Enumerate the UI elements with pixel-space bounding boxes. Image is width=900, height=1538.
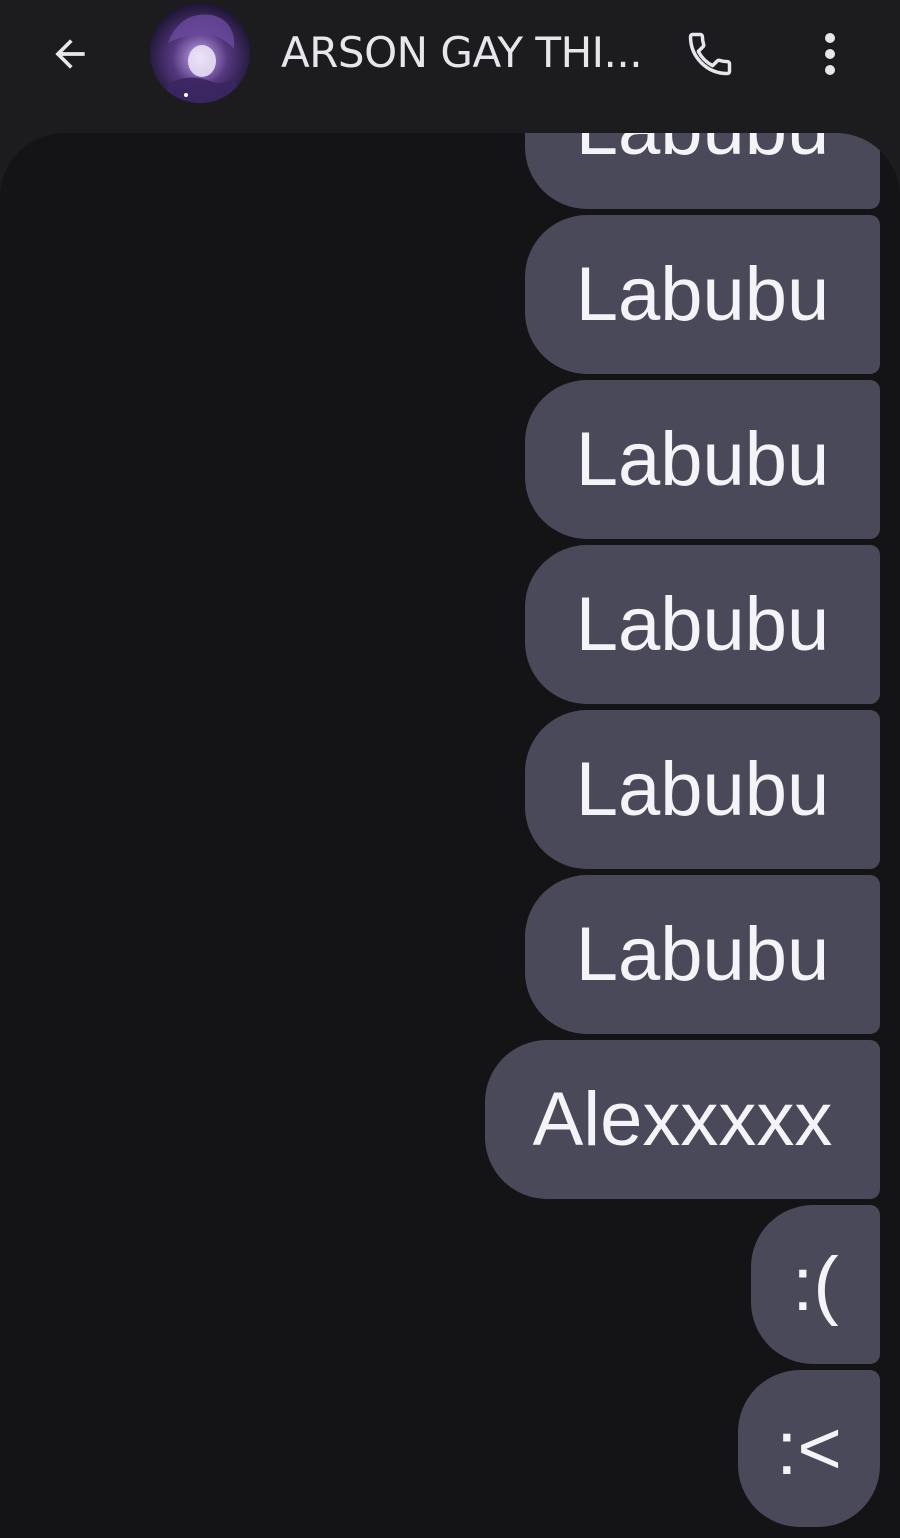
call-button[interactable] <box>682 26 738 82</box>
message-text: :< <box>776 1406 842 1491</box>
message-text: Labubu <box>576 133 830 172</box>
message-text: Labubu <box>575 747 830 832</box>
message-bubble-sent[interactable]: Labubu <box>525 545 880 704</box>
message-text: Labubu <box>575 912 830 997</box>
message-text: Labubu <box>575 582 830 667</box>
messaging-app: ARSON GAY THI... Labubu Labubu Labubu La… <box>0 0 900 1538</box>
arrow-back-icon <box>55 39 85 69</box>
message-bubble-sent[interactable]: Alexxxxx <box>485 1040 880 1199</box>
message-text: Labubu <box>575 417 830 502</box>
phone-icon <box>688 32 732 76</box>
message-text: Alexxxxx <box>532 1077 833 1162</box>
message-list[interactable]: Labubu Labubu Labubu Labubu Labubu Labub… <box>0 133 900 1538</box>
avatar-image <box>150 3 250 103</box>
message-bubble-sent[interactable]: Labubu <box>525 875 880 1034</box>
contact-name[interactable]: ARSON GAY THI... <box>281 24 661 82</box>
contact-avatar[interactable] <box>150 3 250 103</box>
message-bubble-sent[interactable]: :( <box>751 1205 880 1364</box>
conversation-header: ARSON GAY THI... <box>0 0 900 133</box>
message-bubble-sent[interactable]: Labubu <box>525 215 880 374</box>
message-bubble-sent[interactable]: Labubu <box>525 710 880 869</box>
message-bubble-sent[interactable]: Labubu <box>525 133 880 209</box>
message-bubble-sent[interactable]: :< <box>738 1370 880 1527</box>
message-text: Labubu <box>575 252 830 337</box>
message-text: :( <box>792 1242 839 1327</box>
more-options-button[interactable] <box>808 26 852 82</box>
more-vert-icon <box>825 33 835 75</box>
back-button[interactable] <box>40 28 100 80</box>
message-bubble-sent[interactable]: Labubu <box>525 380 880 539</box>
